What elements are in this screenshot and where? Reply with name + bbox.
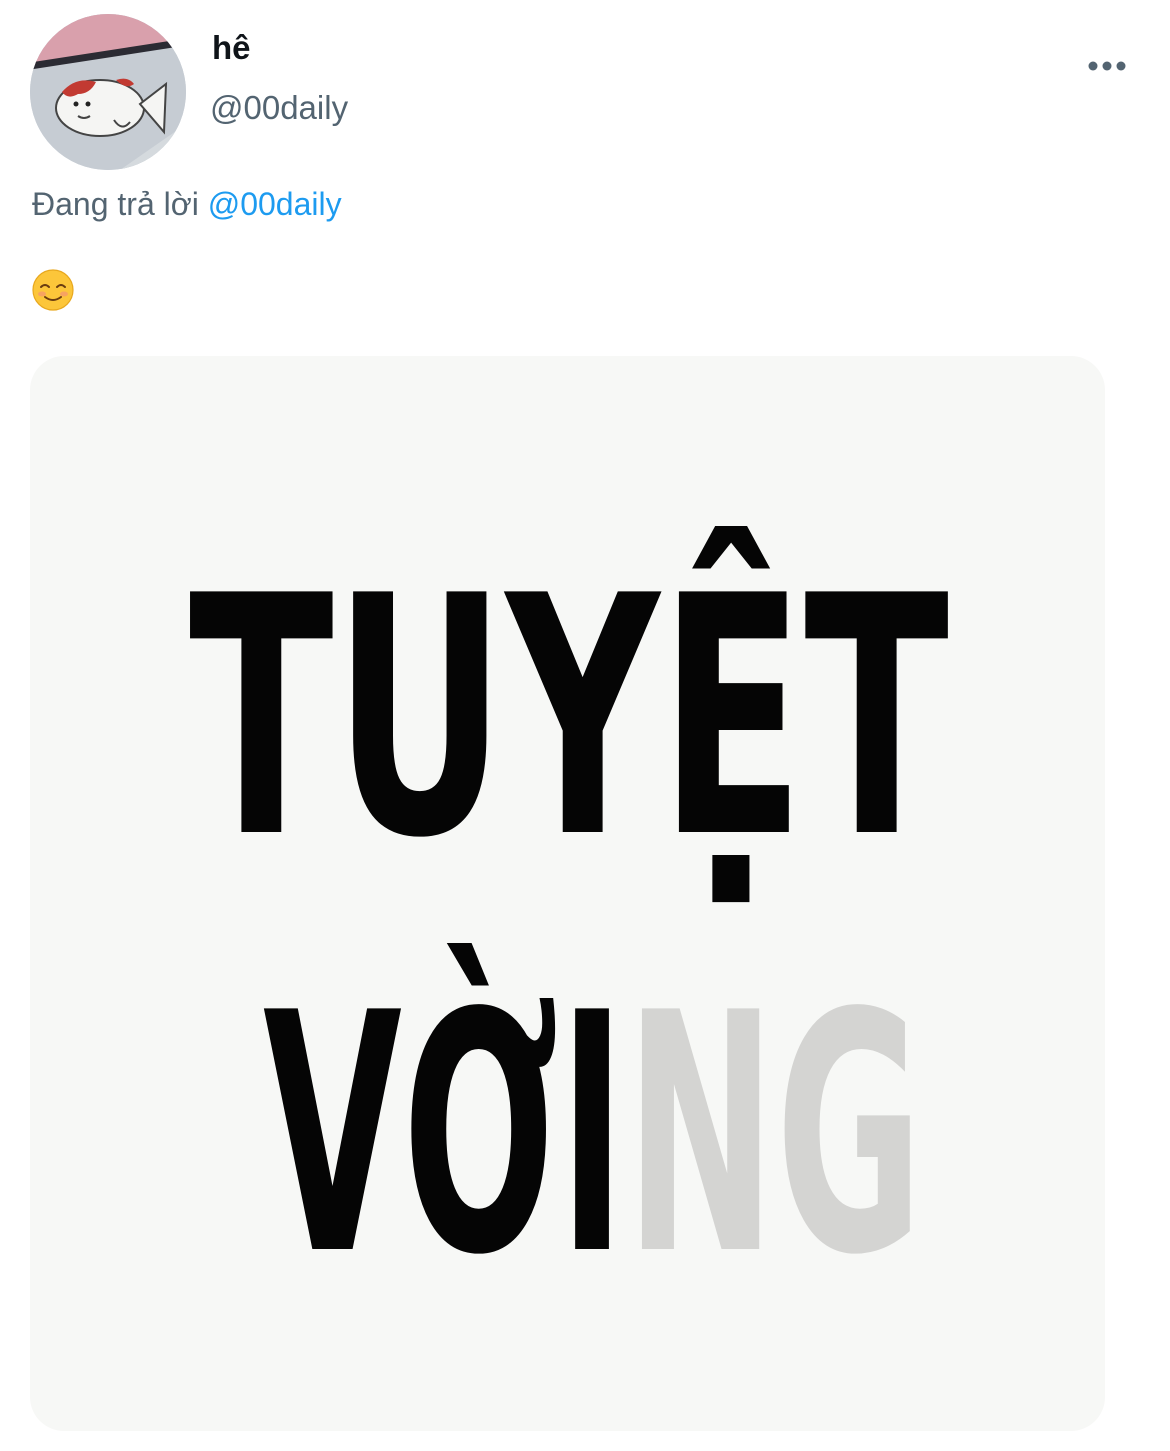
reply-prefix: Đang trả lời	[32, 186, 199, 222]
display-name[interactable]: hê	[212, 28, 251, 68]
reply-mention-link[interactable]: @00daily	[208, 186, 342, 222]
tweet-media-image[interactable]: TUYỆT VỜING	[30, 356, 1105, 1431]
more-horizontal-icon	[1088, 61, 1126, 71]
media-line-2: VỜING	[263, 940, 923, 1327]
fish-cartoon-avatar-icon	[30, 14, 186, 170]
media-line-1: TUYỆT	[189, 523, 950, 910]
media-line-2-black: VỜI	[263, 940, 625, 1327]
avatar[interactable]	[30, 14, 186, 170]
user-handle[interactable]: @00daily	[210, 88, 348, 128]
media-text-graphic: TUYỆT VỜING	[189, 523, 950, 1327]
reply-context: Đang trả lời @00daily	[32, 184, 342, 224]
media-line-2-gray: NG	[625, 943, 923, 1327]
tweet-text: ☺️	[32, 269, 74, 311]
media-line-1-black: TUYỆT	[189, 523, 950, 910]
more-options-button[interactable]	[1082, 46, 1132, 86]
